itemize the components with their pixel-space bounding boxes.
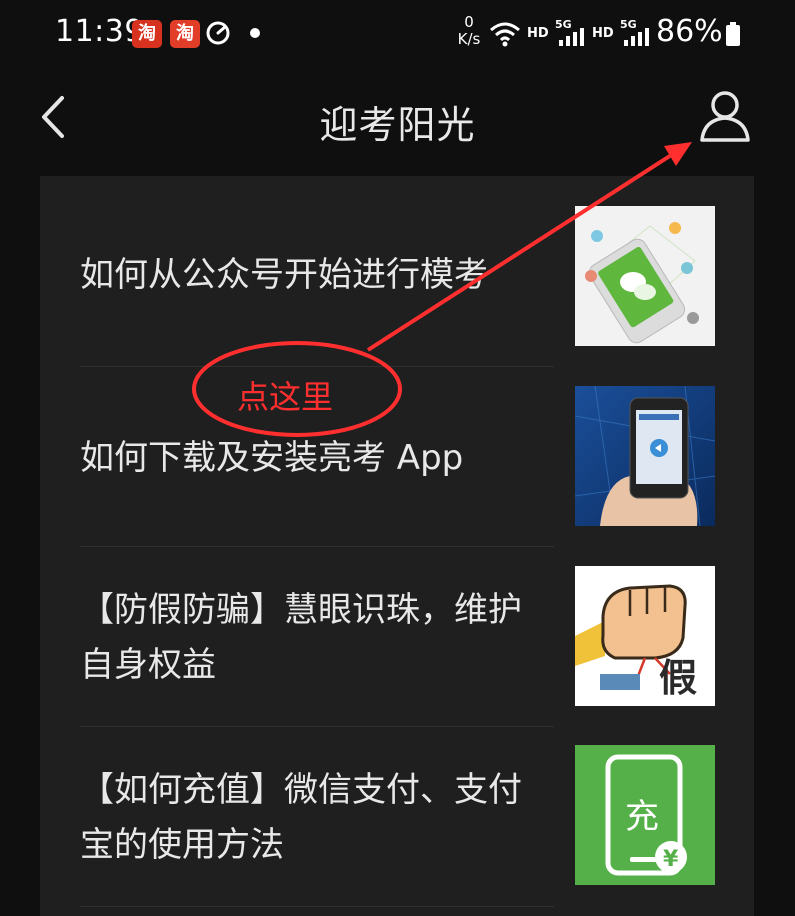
- net-speed-unit: K/s: [457, 30, 481, 48]
- fist-fake-icon[interactable]: 假: [575, 566, 715, 706]
- wifi-icon: [490, 22, 520, 47]
- taobao-app-icon: 淘: [132, 20, 162, 48]
- wechat-phone-icon[interactable]: [575, 206, 715, 346]
- phone-in-hand-icon[interactable]: [575, 386, 715, 526]
- taobao-app-icon-2: 淘: [170, 20, 200, 48]
- battery-percent: 86%: [656, 14, 723, 49]
- signal-5g-icon-2: 5G: [620, 18, 649, 46]
- status-time: 11:39: [55, 14, 144, 49]
- article-item[interactable]: 【如何充值】微信支付、支付宝的使用方法: [80, 726, 554, 906]
- article-item[interactable]: 【防假防骗】慧眼识珠，维护自身权益: [80, 546, 554, 726]
- battery-icon: [726, 22, 740, 46]
- sig-1-label: 5G: [555, 18, 572, 31]
- speed-gauge-icon: [206, 21, 230, 45]
- thumb-fake-label: 假: [659, 656, 697, 700]
- hd-badge-2: HD: [592, 26, 614, 41]
- article-title: 【防假防骗】慧眼识珠，维护自身权益: [80, 590, 522, 685]
- user-icon: [700, 91, 750, 142]
- signal-5g-icon: 5G: [555, 18, 584, 46]
- header-bar: 迎考阳光: [0, 72, 795, 167]
- article-title: 【如何充值】微信支付、支付宝的使用方法: [80, 770, 522, 865]
- yen-icon: ¥: [663, 847, 679, 872]
- annotation-label: 点这里: [237, 378, 334, 416]
- net-speed: 0 K/s: [454, 14, 484, 48]
- profile-button[interactable]: [692, 86, 758, 146]
- page-title: 迎考阳光: [319, 103, 476, 147]
- hd-badge: HD: [527, 26, 549, 41]
- article-list: 如何从公众号开始进行模考 如何下载及安装亮考 App 【防假防骗】慧眼识珠，维护…: [40, 176, 754, 916]
- article-item[interactable]: 如何从公众号开始进行模考: [80, 176, 554, 356]
- thumb-recharge-label: 充: [625, 797, 659, 837]
- article-title: 如何从公众号开始进行模考: [80, 255, 488, 295]
- phone-recharge-icon[interactable]: 充 ¥: [575, 745, 715, 885]
- notification-dot-icon: [250, 28, 260, 38]
- net-speed-value: 0: [464, 13, 474, 31]
- divider: [80, 906, 554, 907]
- status-bar: 11:39 淘 淘 0 K/s HD 5G HD 5G 86%: [0, 0, 795, 70]
- sig-2-label: 5G: [620, 18, 637, 31]
- article-title: 如何下载及安装亮考 App: [80, 438, 464, 478]
